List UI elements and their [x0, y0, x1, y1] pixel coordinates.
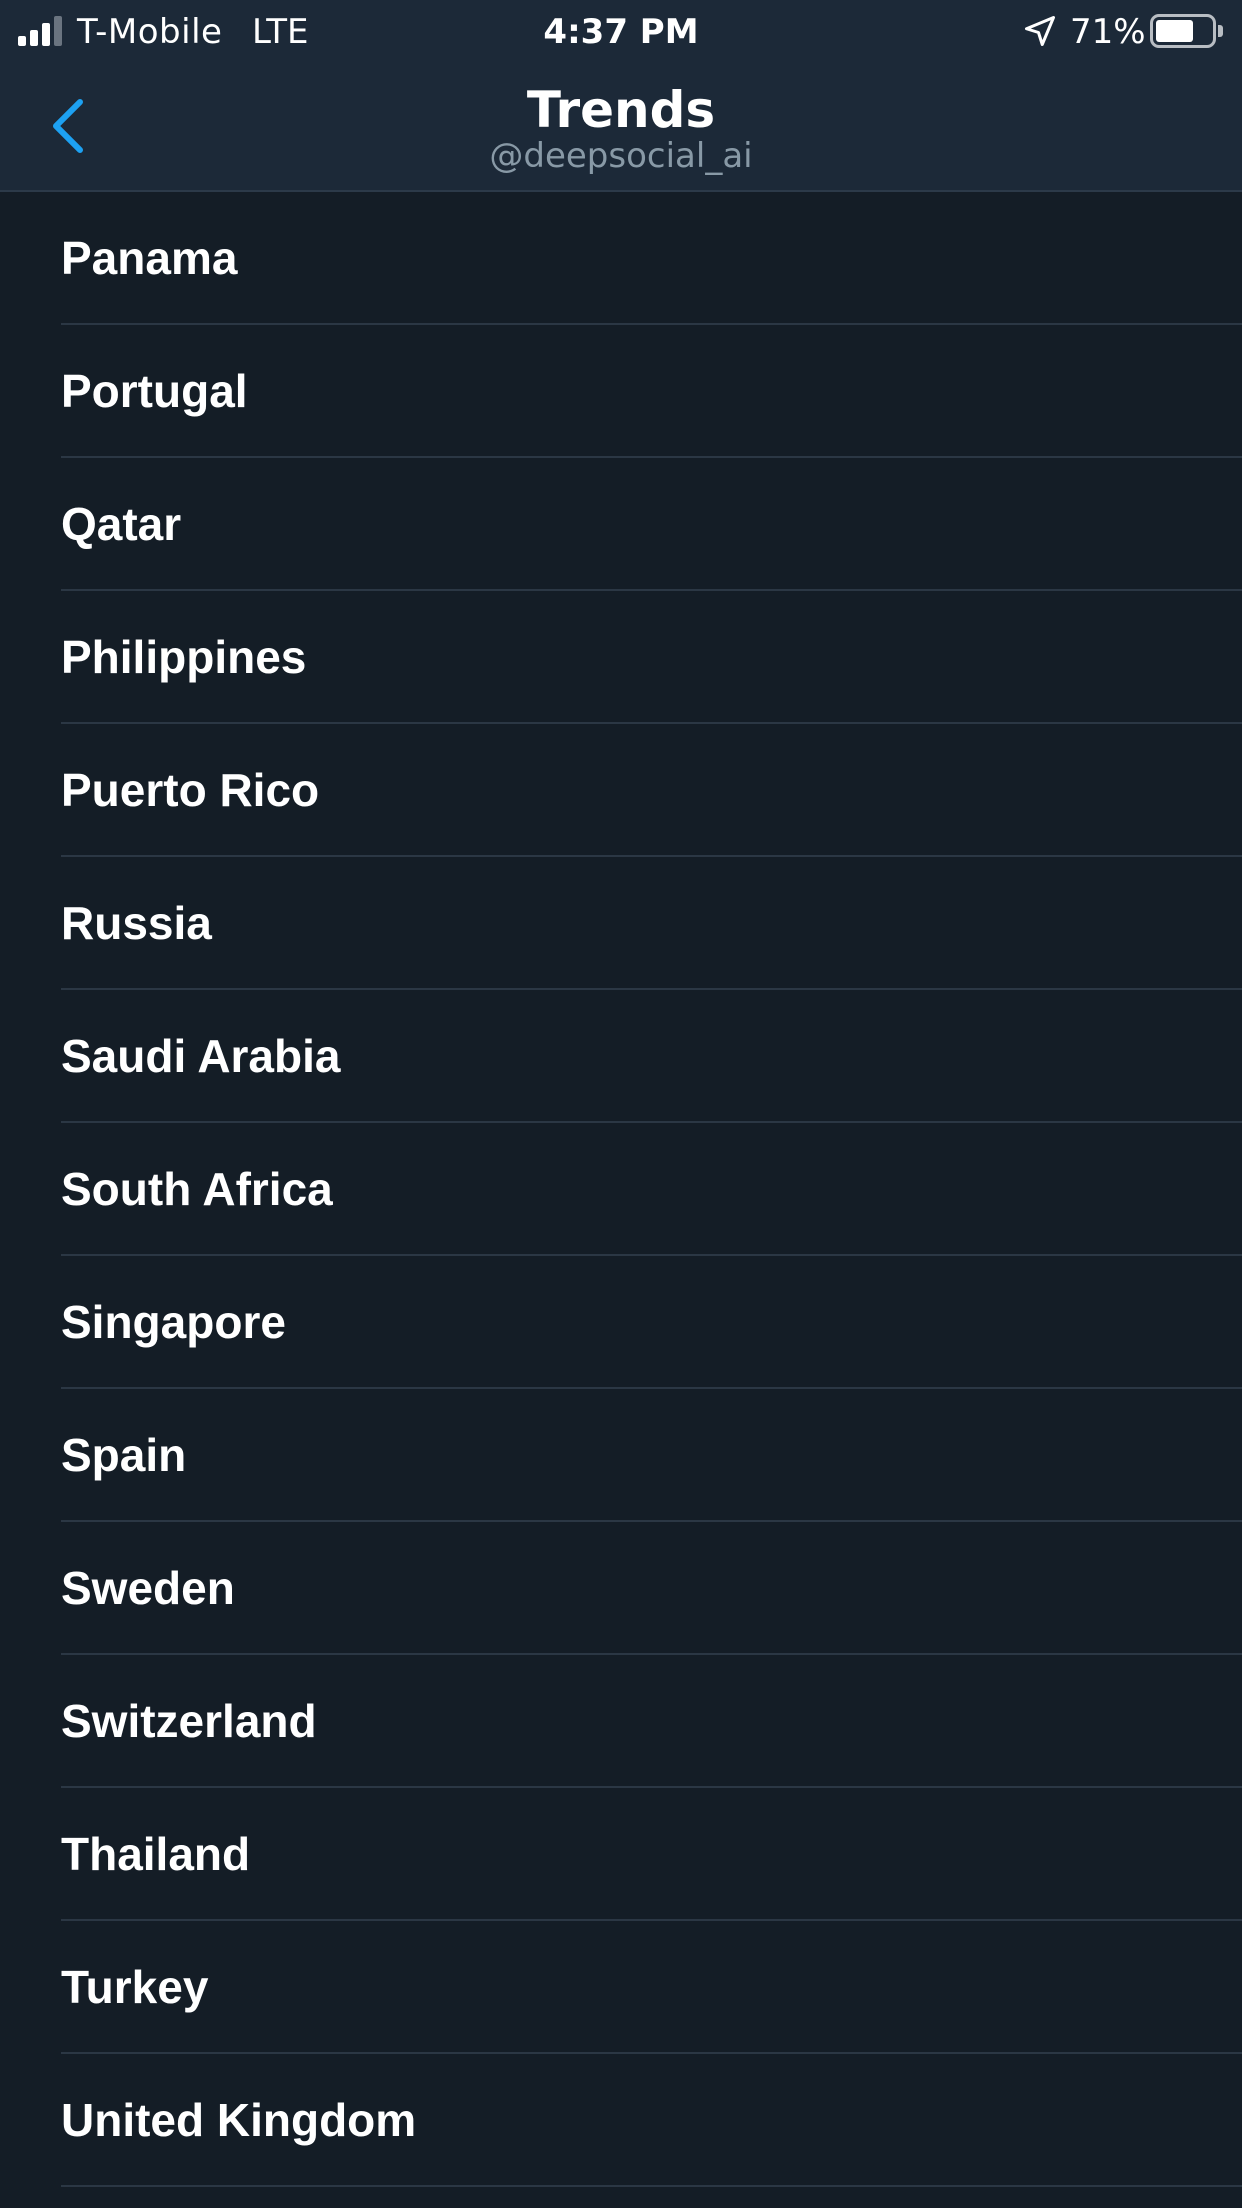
- location-list-item[interactable]: Sweden: [0, 1522, 1242, 1655]
- location-name: Panama: [61, 232, 238, 284]
- location-name: Qatar: [61, 498, 182, 550]
- location-list-item[interactable]: Spain: [0, 1389, 1242, 1522]
- location-name: Thailand: [61, 1828, 251, 1880]
- location-arrow-icon: [1025, 16, 1055, 46]
- location-list-item[interactable]: Russia: [0, 857, 1242, 990]
- battery-icon: [1150, 14, 1224, 48]
- location-name: Puerto Rico: [61, 764, 320, 816]
- status-bar: T-Mobile LTE 4:37 PM 71%: [0, 0, 1242, 64]
- location-name: Portugal: [61, 365, 248, 417]
- location-name: Spain: [61, 1429, 187, 1481]
- battery-percent: 71%: [1070, 12, 1146, 52]
- location-list-item[interactable]: Portugal: [0, 325, 1242, 458]
- page-title: Trends: [526, 81, 716, 139]
- row-divider: [61, 2185, 1242, 2187]
- location-name: Switzerland: [61, 1695, 317, 1747]
- location-name: Sweden: [61, 1562, 235, 1614]
- location-list-item[interactable]: Qatar: [0, 458, 1242, 591]
- account-handle: @deepsocial_ai: [489, 136, 753, 176]
- location-list-item[interactable]: Puerto Rico: [0, 724, 1242, 857]
- location-list-item[interactable]: South Africa: [0, 1123, 1242, 1256]
- location-name: Singapore: [61, 1296, 286, 1348]
- location-name: United Kingdom: [61, 2094, 417, 2146]
- location-list-item[interactable]: Turkey: [0, 1921, 1242, 2054]
- location-list-item[interactable]: Thailand: [0, 1788, 1242, 1921]
- location-name: South Africa: [61, 1163, 333, 1215]
- location-list-item[interactable]: Switzerland: [0, 1655, 1242, 1788]
- navigation-header: T-Mobile LTE 4:37 PM 71% Trends @deepsoc…: [0, 0, 1242, 192]
- location-name: Russia: [61, 897, 212, 949]
- location-list-item[interactable]: Saudi Arabia: [0, 990, 1242, 1123]
- location-name: Turkey: [61, 1961, 209, 2013]
- location-list-item[interactable]: United Kingdom: [0, 2054, 1242, 2187]
- location-list-item[interactable]: Philippines: [0, 591, 1242, 724]
- location-list-item[interactable]: Panama: [0, 192, 1242, 325]
- location-name: Philippines: [61, 631, 307, 683]
- location-list-item[interactable]: Singapore: [0, 1256, 1242, 1389]
- location-name: Saudi Arabia: [61, 1030, 341, 1082]
- trends-location-list: Panama Portugal Qatar Philippines Puerto Ric…: [0, 192, 1242, 2187]
